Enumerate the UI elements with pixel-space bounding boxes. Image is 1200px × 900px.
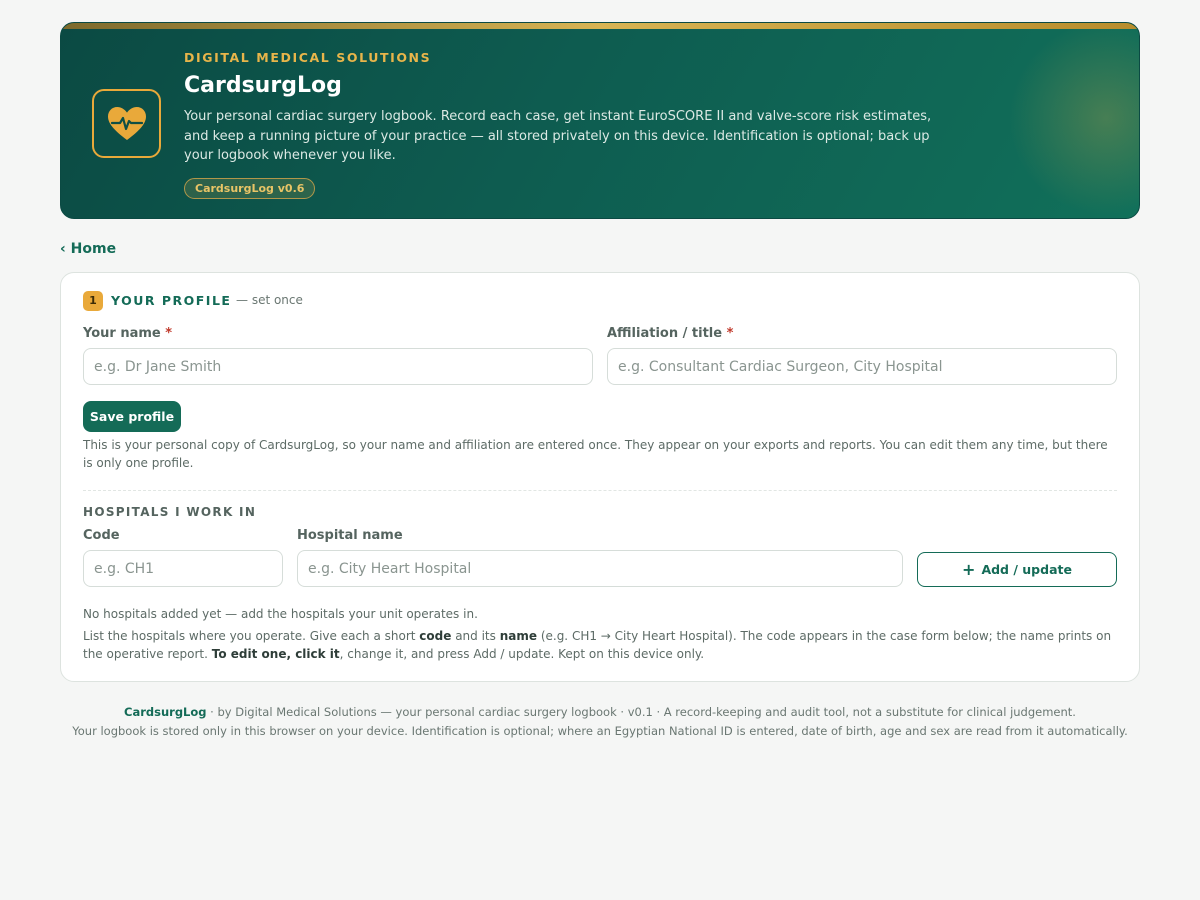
home-link[interactable]: ‹ Home: [60, 241, 116, 257]
footer-line-1-text: · by Digital Medical Solutions — your pe…: [206, 705, 1076, 719]
name-label-text: Your name: [83, 326, 161, 341]
code-label: Code: [83, 528, 120, 543]
add-update-label: Add / update: [981, 562, 1072, 577]
profile-help-text: This is your personal copy of CardsurgLo…: [83, 438, 1108, 470]
app-title: CardsurgLog: [184, 73, 342, 98]
step-badge: 1: [83, 291, 103, 311]
affiliation-label-text: Affiliation / title: [607, 326, 723, 341]
profile-card: 1 YOUR PROFILE — set once Your name * Af…: [60, 272, 1140, 682]
section-divider: [83, 490, 1117, 491]
save-profile-button[interactable]: Save profile: [83, 401, 181, 432]
help-code-term: code: [419, 629, 452, 643]
page-footer: CardsurgLog · by Digital Medical Solutio…: [60, 703, 1140, 741]
hospitals-empty-text: No hospitals added yet — add the hospita…: [83, 607, 478, 621]
name-input[interactable]: [83, 348, 593, 385]
affiliation-input[interactable]: [607, 348, 1117, 385]
help-name-term: name: [499, 629, 537, 643]
affiliation-label: Affiliation / title *: [607, 326, 733, 341]
heart-pulse-icon: [107, 106, 146, 140]
brand-name: DIGITAL MEDICAL SOLUTIONS: [184, 50, 432, 65]
footer-brand: CardsurgLog: [124, 705, 207, 719]
required-mark: *: [165, 326, 173, 341]
header-glow: [991, 23, 1139, 218]
required-mark: *: [726, 326, 734, 341]
section-title: YOUR PROFILE: [111, 293, 232, 308]
header-accent-bar: [61, 23, 1139, 29]
add-update-button[interactable]: + Add / update: [917, 552, 1117, 587]
help-text-part: and its: [451, 629, 500, 643]
footer-line-1: CardsurgLog · by Digital Medical Solutio…: [60, 703, 1140, 722]
hospital-name-label: Hospital name: [297, 528, 403, 543]
section-note: — set once: [236, 293, 303, 307]
version-badge: CardsurgLog v0.6: [184, 178, 316, 199]
hospital-code-input[interactable]: [83, 550, 283, 587]
help-text-part: List the hospitals where you operate. Gi…: [83, 629, 420, 643]
app-description: Your personal cardiac surgery logbook. R…: [184, 109, 932, 164]
plus-icon: +: [962, 559, 976, 579]
app-header: DIGITAL MEDICAL SOLUTIONS CardsurgLog Yo…: [60, 22, 1140, 219]
name-label: Your name *: [83, 326, 172, 341]
help-edit-term: To edit one, click it: [211, 647, 340, 661]
help-text-part: , change it, and press Add / update. Kep…: [339, 647, 705, 661]
hospitals-help-text: List the hospitals where you operate. Gi…: [83, 627, 1123, 663]
hospital-name-input[interactable]: [297, 550, 903, 587]
footer-line-2: Your logbook is stored only in this brow…: [72, 724, 1128, 738]
hospitals-title: HOSPITALS I WORK IN: [83, 505, 257, 519]
app-logo: [92, 89, 161, 158]
